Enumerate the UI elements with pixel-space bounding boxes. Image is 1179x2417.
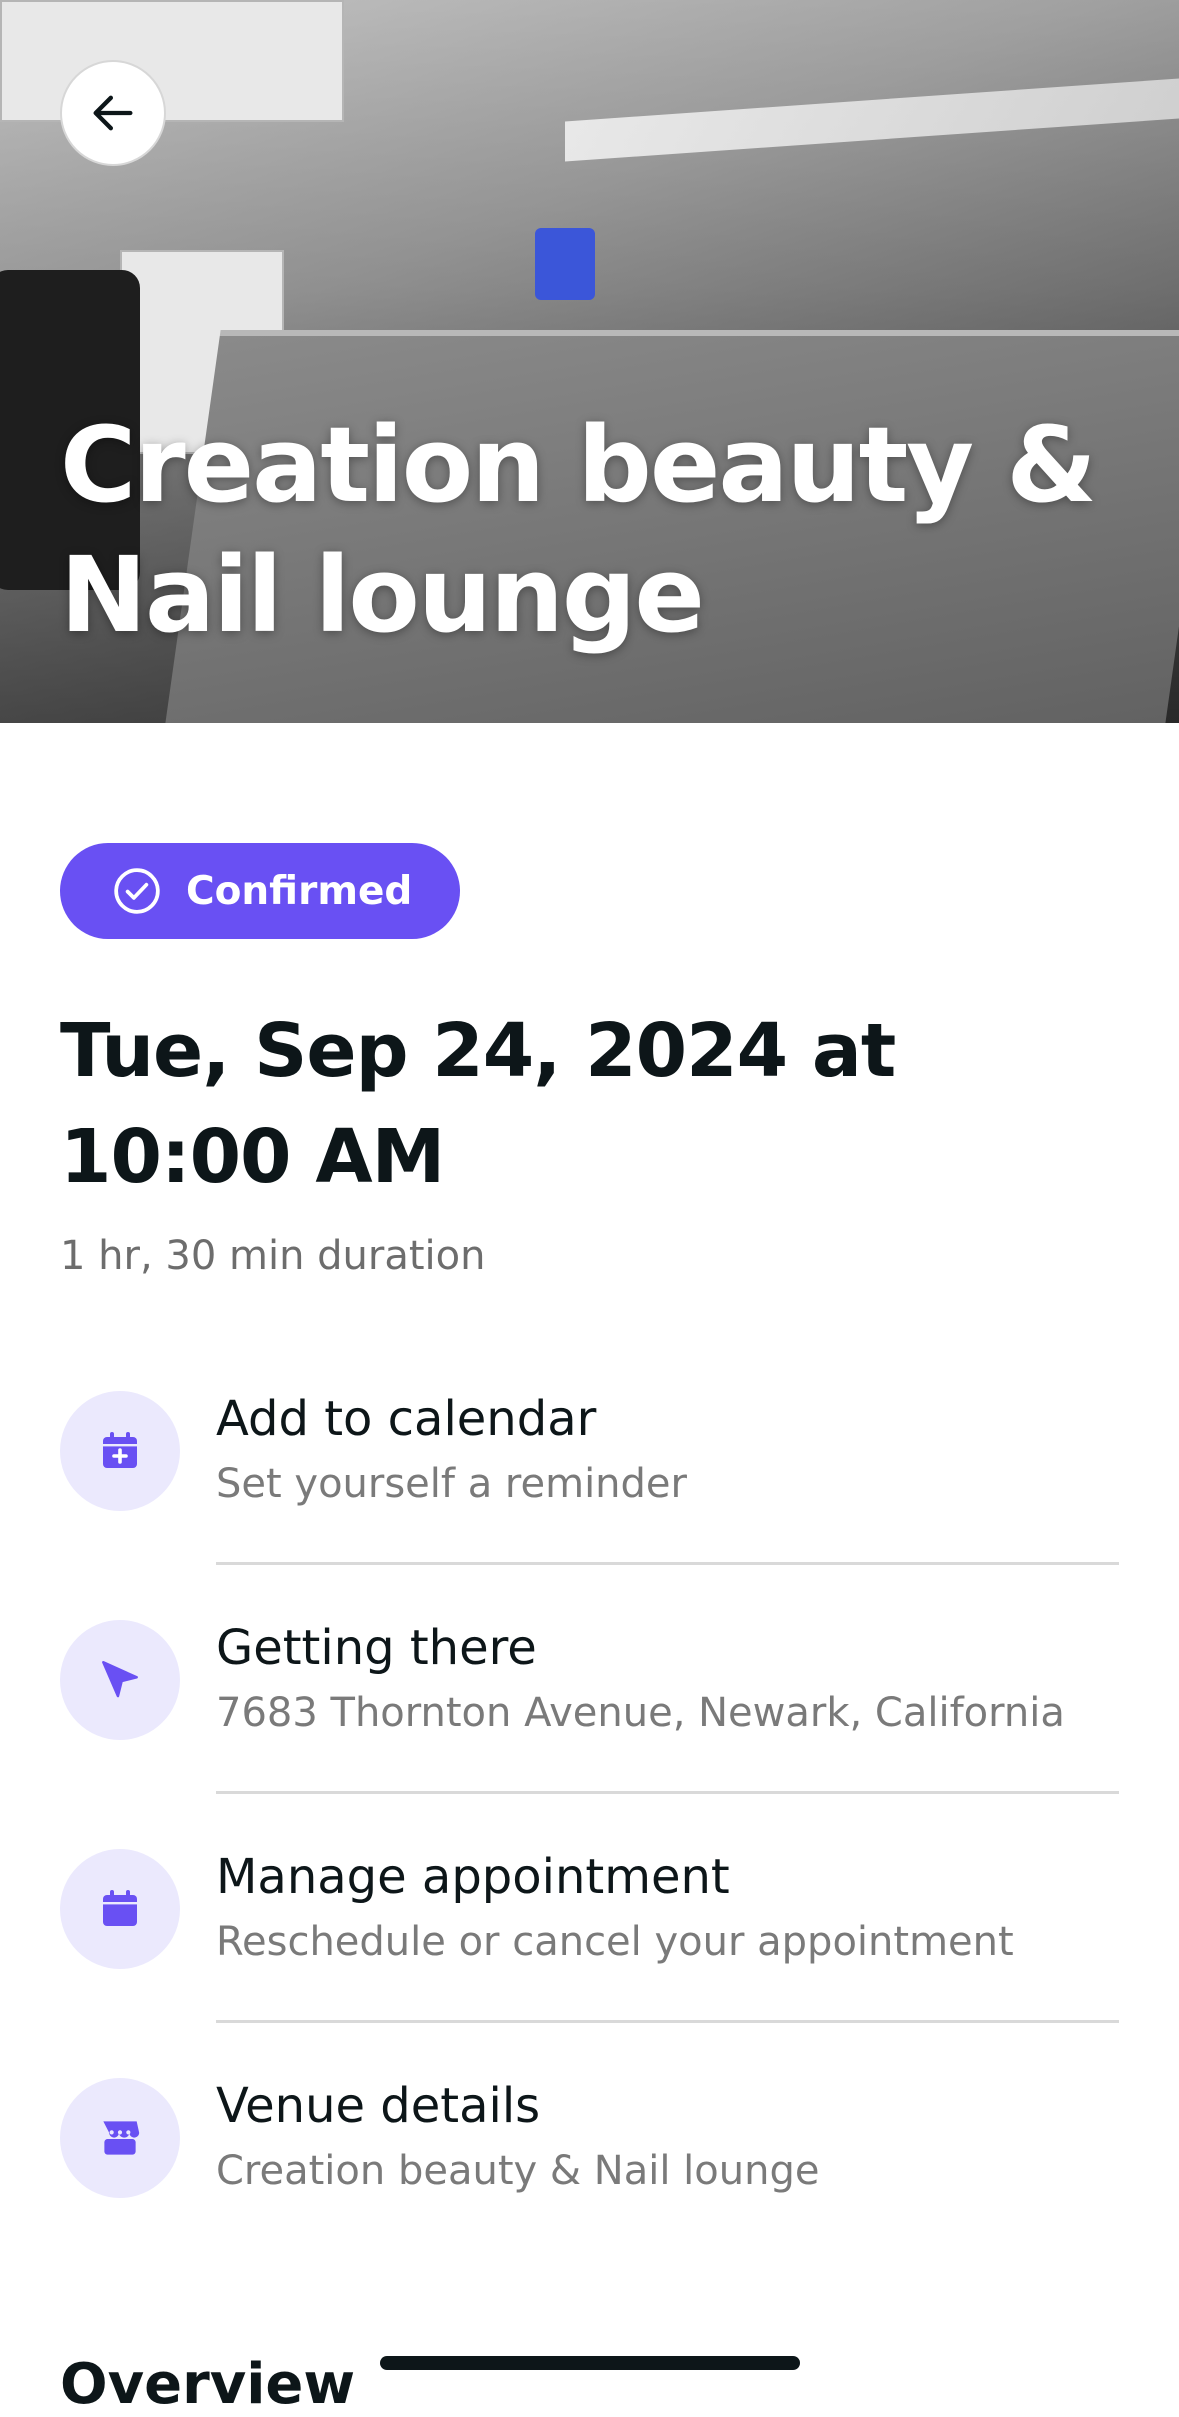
action-title: Venue details: [216, 2078, 541, 2134]
add-to-calendar-action[interactable]: Add to calendar Set yourself a reminder: [60, 1391, 1120, 1565]
action-subtitle: Reschedule or cancel your appointment: [216, 1919, 1014, 1965]
action-title: Add to calendar: [216, 1391, 597, 1447]
venue-details-action[interactable]: Venue details Creation beauty & Nail lou…: [60, 2078, 1120, 2238]
calendar-plus-icon: [60, 1391, 180, 1511]
appointment-duration: 1 hr, 30 min duration: [60, 1233, 486, 1279]
hero-image: Creation beauty & Nail lounge: [0, 0, 1179, 723]
venue-title: Creation beauty & Nail lounge: [60, 404, 1097, 656]
back-button[interactable]: [60, 60, 166, 166]
action-title: Getting there: [216, 1620, 537, 1676]
arrow-left-icon: [93, 95, 133, 131]
storefront-icon: [60, 2078, 180, 2198]
appointment-datetime: Tue, Sep 24, 2024 at 10:00 AM: [60, 1008, 896, 1200]
hero-glove-box: [535, 228, 595, 300]
action-subtitle: 7683 Thornton Avenue, Newark, California: [216, 1690, 1065, 1736]
calendar-icon: [60, 1849, 180, 1969]
action-subtitle: Creation beauty & Nail lounge: [216, 2148, 820, 2194]
hero-cabinet: [0, 0, 344, 122]
action-title: Manage appointment: [216, 1849, 730, 1905]
status-badge: Confirmed: [60, 843, 460, 939]
divider: [216, 2020, 1119, 2023]
status-label: Confirmed: [186, 868, 413, 914]
home-indicator[interactable]: [380, 2356, 800, 2370]
hero-mirror-lights: [565, 78, 1179, 162]
check-circle-icon: [114, 868, 160, 914]
navigation-arrow-icon: [60, 1620, 180, 1740]
divider: [216, 1562, 1119, 1565]
overview-heading: Overview: [60, 2352, 356, 2417]
divider: [216, 1791, 1119, 1794]
manage-appointment-action[interactable]: Manage appointment Reschedule or cancel …: [60, 1849, 1120, 2023]
getting-there-action[interactable]: Getting there 7683 Thornton Avenue, Newa…: [60, 1620, 1120, 1794]
action-subtitle: Set yourself a reminder: [216, 1461, 687, 1507]
